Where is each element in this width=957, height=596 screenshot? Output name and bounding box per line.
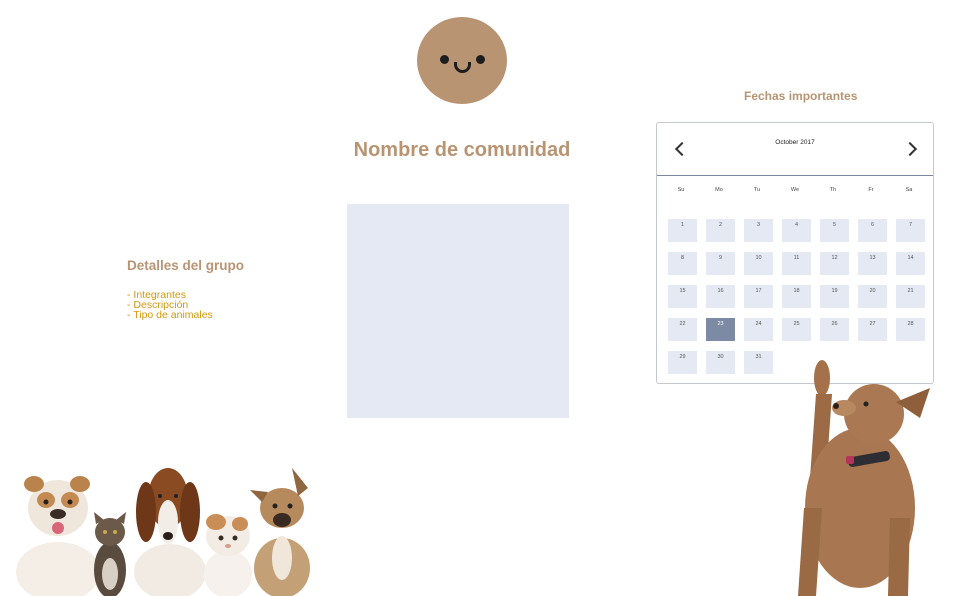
detail-item-animal-type[interactable]: - Tipo de animales [127,310,213,321]
weekday-label: Fr [868,187,874,193]
calendar-day[interactable]: 17 [744,285,773,308]
calendar-day[interactable]: 31 [744,351,773,374]
community-avatar [417,17,507,104]
calendar-day[interactable]: 20 [858,285,887,308]
weekday-label: Sa [905,187,913,193]
calendar-day[interactable]: 7 [896,219,925,242]
calendar-day[interactable]: 15 [668,285,697,308]
calendar-day[interactable]: 6 [858,219,887,242]
calendar-widget: October 2017 Su Mo Tu We Th Fr Sa 1 2 3 4 5 6 7 8 9 10 1… [656,122,934,384]
calendar-day[interactable]: 18 [782,285,811,308]
calendar-day[interactable]: 14 [896,252,925,275]
calendar-header: October 2017 [657,123,933,176]
avatar-left-eye [440,55,449,64]
calendar-day[interactable]: 1 [668,219,697,242]
calendar-day[interactable]: 8 [668,252,697,275]
persian-cat-figure [204,514,252,596]
avatar-smile [454,62,471,73]
calendar-month-label: October 2017 [775,139,815,146]
bulldog-figure [16,476,100,596]
weekday-label: Tu [753,187,761,193]
calendar-day[interactable]: 26 [820,318,849,341]
calendar-day[interactable]: 27 [858,318,887,341]
community-image-placeholder [347,204,569,418]
calendar-day[interactable]: 22 [668,318,697,341]
kitten-figure [94,512,126,596]
calendar-day[interactable]: 2 [706,219,735,242]
pets-group-image [16,468,310,596]
calendar-day[interactable]: 10 [744,252,773,275]
weekday-label: Mo [715,187,723,193]
calendar-day[interactable]: 28 [896,318,925,341]
calendar-day[interactable]: 3 [744,219,773,242]
community-name-title: Nombre de comunidad [353,139,571,161]
calendar-day[interactable]: 4 [782,219,811,242]
calendar-day-selected[interactable]: 23 [706,318,735,341]
weekday-label: We [790,187,800,193]
waving-dog-figure [798,360,930,596]
waving-dog-image [798,360,930,596]
group-details-list: - Integrantes - Descripción - Tipo de an… [127,290,213,321]
calendar-day[interactable]: 16 [706,285,735,308]
calendar-day[interactable]: 25 [782,318,811,341]
basset-hound-figure [134,468,206,596]
calendar-day[interactable]: 5 [820,219,849,242]
avatar-right-eye [476,55,485,64]
weekday-label: Su [677,187,685,193]
calendar-day[interactable]: 12 [820,252,849,275]
calendar-day[interactable]: 19 [820,285,849,308]
calendar-day[interactable]: 21 [896,285,925,308]
weekday-label: Th [829,187,837,193]
calendar-day[interactable]: 30 [706,351,735,374]
french-bulldog-figure [250,468,310,596]
calendar-day[interactable]: 11 [782,252,811,275]
group-details-title: Detalles del grupo [127,258,245,273]
calendar-day[interactable]: 29 [668,351,697,374]
calendar-day[interactable]: 13 [858,252,887,275]
calendar-day[interactable]: 24 [744,318,773,341]
important-dates-title: Fechas importantes [744,89,858,103]
calendar-day[interactable]: 9 [706,252,735,275]
